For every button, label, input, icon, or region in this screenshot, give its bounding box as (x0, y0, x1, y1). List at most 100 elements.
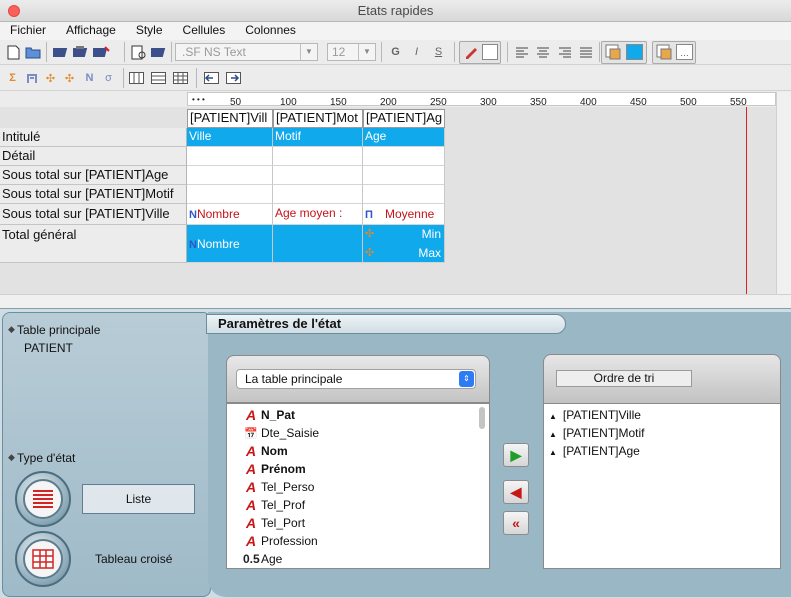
menu-colonnes[interactable]: Colonnes (245, 22, 296, 40)
calendar-icon: 📅 (244, 427, 258, 440)
text-color-swatch[interactable] (482, 44, 498, 60)
cell-subtotal-ville-age[interactable]: Π Moyenne (363, 204, 445, 225)
insert-column-right-icon[interactable] (225, 69, 242, 87)
align-left-icon[interactable] (513, 43, 530, 61)
row-label-detail[interactable]: Détail (0, 147, 187, 166)
field-list[interactable]: A N_Pat 📅 Dte_Saisie A Nom A Prénom A Te… (226, 403, 490, 569)
column-header[interactable]: [PATIENT]Vill (187, 109, 273, 128)
sort-list[interactable]: ▲ [PATIENT]Ville ▲ [PATIENT]Motif ▲ [PATIEN… (543, 403, 781, 569)
alpha-field-icon: A (245, 479, 257, 495)
font-size-select[interactable]: 12 ▼ (327, 43, 376, 61)
cell-total-ville[interactable]: NNombre (187, 225, 273, 263)
scroll-thumb[interactable] (479, 407, 485, 429)
new-document-icon[interactable] (5, 43, 22, 61)
row-label-subtotal-motif[interactable]: Sous total sur [PATIENT]Motif (0, 185, 187, 204)
table-select[interactable]: La table principale ⇕ (236, 369, 476, 389)
save-icon[interactable] (52, 43, 69, 61)
window-title: Etats rapides (357, 3, 434, 18)
row-label-subtotal-age[interactable]: Sous total sur [PATIENT]Age (0, 166, 187, 185)
list-item[interactable]: A Tel_Perso (243, 478, 314, 496)
sort-order-label-button[interactable]: Ordre de tri (556, 370, 692, 387)
alpha-field-icon: A (245, 515, 257, 531)
menu-style[interactable]: Style (136, 22, 163, 40)
list-type-button[interactable] (15, 471, 71, 527)
cell-detail-age[interactable] (363, 147, 445, 166)
remove-sort-button[interactable]: ◀ (503, 480, 529, 504)
insert-column-left-icon[interactable] (203, 69, 220, 87)
list-type-label-box[interactable]: Liste (82, 484, 195, 514)
grid-icon[interactable] (172, 69, 189, 87)
chevron-down-icon: ▼ (358, 44, 375, 60)
count-icon[interactable]: N (81, 69, 98, 87)
border-icon[interactable] (655, 43, 672, 61)
print-icon[interactable] (93, 43, 110, 61)
list-item[interactable]: ▲ [PATIENT]Ville (549, 408, 641, 422)
average-icon[interactable] (23, 69, 40, 87)
list-item[interactable]: A Nom (243, 442, 288, 460)
list-item[interactable]: ▲ [PATIENT]Age (549, 444, 640, 458)
align-right-icon[interactable] (556, 43, 573, 61)
list-item[interactable]: ▲ [PATIENT]Motif (549, 426, 644, 440)
italic-icon[interactable]: I (408, 43, 425, 61)
border-style-swatch[interactable]: … (676, 44, 693, 60)
row-icon[interactable] (150, 69, 167, 87)
cell-intitule-motif[interactable]: Motif (273, 128, 363, 147)
row-label-subtotal-ville[interactable]: Sous total sur [PATIENT]Ville (0, 204, 187, 225)
save-as-icon[interactable] (72, 43, 89, 61)
cell-subtotal-ville-motif[interactable]: Age moyen : (273, 204, 363, 225)
align-center-icon[interactable] (534, 43, 551, 61)
cell-subtotal-age-motif[interactable] (273, 166, 363, 185)
fill-color-icon[interactable] (604, 43, 621, 61)
cell-subtotal-age-ville[interactable] (187, 166, 273, 185)
menu-fichier[interactable]: Fichier (10, 22, 46, 40)
sum-icon[interactable]: Σ (4, 69, 21, 87)
cell-detail-motif[interactable] (273, 147, 363, 166)
row-label-total[interactable]: Total général (0, 225, 187, 263)
std-dev-icon[interactable]: σ (100, 69, 117, 87)
table-select-value: La table principale (245, 372, 343, 386)
cell-subtotal-age-age[interactable] (363, 166, 445, 185)
print-preview-icon[interactable] (150, 43, 167, 61)
min-icon[interactable]: ✣ (42, 69, 59, 87)
column-header[interactable]: [PATIENT]Ag (363, 109, 445, 128)
row-label-intitule[interactable]: Intitulé (0, 128, 187, 147)
list-item[interactable]: 0.5 Age (243, 550, 282, 568)
cell-subtotal-motif-motif[interactable] (273, 185, 363, 204)
column-icon[interactable] (128, 69, 145, 87)
cell-total-age[interactable]: ✣ Min ✣ Max (363, 225, 445, 263)
cell-subtotal-motif-ville[interactable] (187, 185, 273, 204)
font-select[interactable]: .SF NS Text ▼ (175, 43, 318, 61)
column-header[interactable]: [PATIENT]Mot (273, 109, 363, 128)
list-item[interactable]: A N_Pat (243, 406, 295, 424)
underline-icon[interactable]: S (430, 43, 447, 61)
list-item[interactable]: A Tel_Prof (243, 496, 305, 514)
horizontal-scrollbar[interactable] (0, 294, 791, 308)
cell-subtotal-motif-age[interactable] (363, 185, 445, 204)
pencil-color-icon[interactable] (462, 43, 479, 61)
page-setup-icon[interactable] (130, 43, 147, 61)
fill-color-swatch[interactable] (626, 44, 643, 60)
open-folder-icon[interactable] (24, 43, 41, 61)
cell-subtotal-ville-ville[interactable]: NNombre (187, 204, 273, 225)
align-justify-icon[interactable] (577, 43, 594, 61)
cell-intitule-age[interactable]: Age (363, 128, 445, 147)
menu-affichage[interactable]: Affichage (66, 22, 116, 40)
crosstab-type-button[interactable] (15, 531, 71, 587)
menu-cellules[interactable]: Cellules (183, 22, 226, 40)
list-item[interactable]: A Tel_Port (243, 514, 305, 532)
chevron-updown-icon: ⇕ (459, 371, 474, 387)
cell-detail-ville[interactable] (187, 147, 273, 166)
vertical-scrollbar[interactable] (776, 92, 791, 294)
real-field-icon: 0.5 (243, 552, 260, 566)
field-list-scrollbar[interactable] (477, 405, 487, 567)
bold-icon[interactable]: G (387, 43, 404, 61)
list-item[interactable]: 📅 Dte_Saisie (243, 424, 319, 442)
cell-total-motif[interactable] (273, 225, 363, 263)
list-item[interactable]: A Prénom (243, 460, 306, 478)
add-sort-button[interactable]: ▶ (503, 443, 529, 467)
max-icon[interactable]: ✣ (61, 69, 78, 87)
list-item[interactable]: A Profession (243, 532, 318, 550)
cell-intitule-ville[interactable]: Ville (187, 128, 273, 147)
average-icon: Π (365, 209, 373, 221)
remove-all-sort-button[interactable]: « (503, 511, 529, 535)
